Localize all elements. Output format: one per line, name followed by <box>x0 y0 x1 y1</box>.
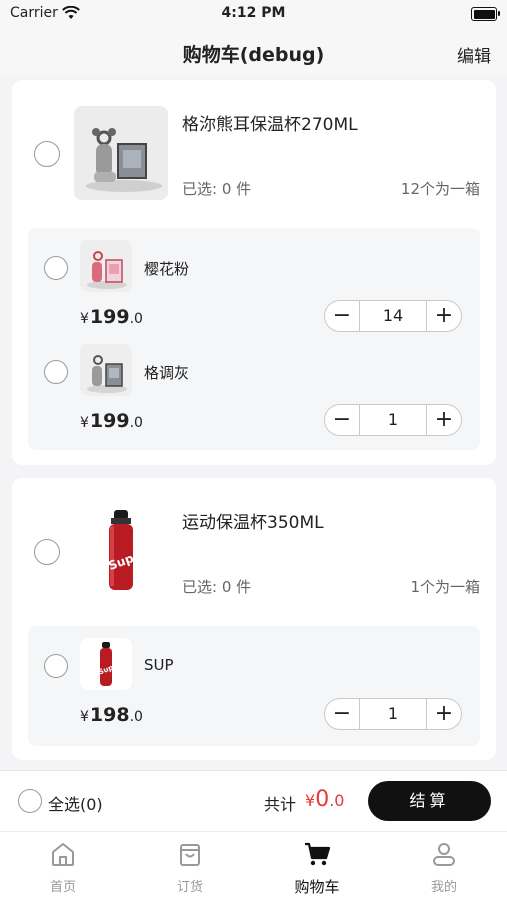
product-card: Sup 运动保温杯350ML 已选: 0 件 1个为一箱 Sup SUP ¥19… <box>12 478 496 760</box>
quantity-stepper: − 1 + <box>324 404 462 436</box>
variant-select-radio[interactable] <box>44 654 68 678</box>
variant-image: Sup <box>80 638 132 690</box>
tab-label: 首页 <box>49 880 76 895</box>
status-bar: Carrier 4:12 PM <box>0 0 507 28</box>
tab-label: 购物车 <box>294 878 340 896</box>
product-select-radio[interactable] <box>34 141 60 167</box>
battery-icon <box>471 7 500 21</box>
decrease-button[interactable]: − <box>325 699 360 729</box>
decrease-button[interactable]: − <box>325 405 360 435</box>
tab-label: 我的 <box>430 880 457 895</box>
tab-profile[interactable]: 我的 <box>381 840 507 895</box>
checkout-button[interactable]: 结算 <box>368 781 491 821</box>
product-name: 格沵熊耳保温杯270ML <box>182 115 358 135</box>
tab-order[interactable]: 订货 <box>127 840 253 895</box>
increase-button[interactable]: + <box>426 699 461 729</box>
quantity-input[interactable]: 14 <box>359 301 427 331</box>
quantity-stepper: − 1 + <box>324 698 462 730</box>
total-label: 共计 <box>264 795 297 814</box>
quantity-stepper: − 14 + <box>324 300 462 332</box>
total-price: ¥0.0 <box>305 787 345 812</box>
decrease-button[interactable]: − <box>325 301 360 331</box>
cart-icon <box>305 842 331 866</box>
variant-price: ¥199.0 <box>80 306 143 328</box>
box-quantity-note: 1个为一箱 <box>410 578 480 596</box>
clock: 4:12 PM <box>221 5 286 21</box>
selected-count: 已选: 0 件 <box>182 578 252 596</box>
tab-cart[interactable]: 购物车 <box>254 840 380 897</box>
select-all-radio[interactable] <box>18 789 42 813</box>
tab-home[interactable]: 首页 <box>0 840 126 895</box>
page-title: 购物车(debug) <box>182 44 325 66</box>
quantity-input[interactable]: 1 <box>359 699 427 729</box>
product-name: 运动保温杯350ML <box>182 513 324 533</box>
product-select-radio[interactable] <box>34 539 60 565</box>
variant-panel: Sup SUP ¥198.0 − 1 + <box>28 626 480 746</box>
increase-button[interactable]: + <box>426 301 461 331</box>
tab-bar: 首页 订货 购物车 我的 <box>0 831 507 901</box>
select-all-label[interactable]: 全选(0) <box>48 791 103 815</box>
variant-name: 樱花粉 <box>144 260 190 278</box>
increase-button[interactable]: + <box>426 405 461 435</box>
user-icon <box>433 843 455 866</box>
variant-panel: 樱花粉 ¥199.0 − 14 + 格调灰 ¥199.0 − 1 + <box>28 228 480 450</box>
variant-price: ¥198.0 <box>80 704 143 726</box>
variant-image <box>80 240 132 292</box>
variant-select-radio[interactable] <box>44 256 68 280</box>
product-image[interactable] <box>74 106 168 200</box>
variant-name: SUP <box>144 656 174 674</box>
variant-image <box>80 344 132 396</box>
box-quantity-note: 12个为一箱 <box>400 180 480 198</box>
selected-count: 已选: 0 件 <box>182 180 252 198</box>
variant-name: 格调灰 <box>144 364 190 382</box>
checkout-bar: 全选(0) 共计 ¥0.0 结算 <box>0 770 507 831</box>
home-icon <box>52 843 74 866</box>
quantity-input[interactable]: 1 <box>359 405 427 435</box>
product-card: 格沵熊耳保温杯270ML 已选: 0 件 12个为一箱 樱花粉 ¥199.0 −… <box>12 80 496 465</box>
edit-button[interactable]: 编辑 <box>457 42 491 67</box>
variant-price: ¥199.0 <box>80 410 143 432</box>
variant-select-radio[interactable] <box>44 360 68 384</box>
product-image[interactable]: Sup <box>74 504 168 598</box>
tab-label: 订货 <box>176 880 203 895</box>
bag-icon <box>180 844 200 866</box>
nav-bar: 购物车(debug) 编辑 <box>0 28 507 76</box>
